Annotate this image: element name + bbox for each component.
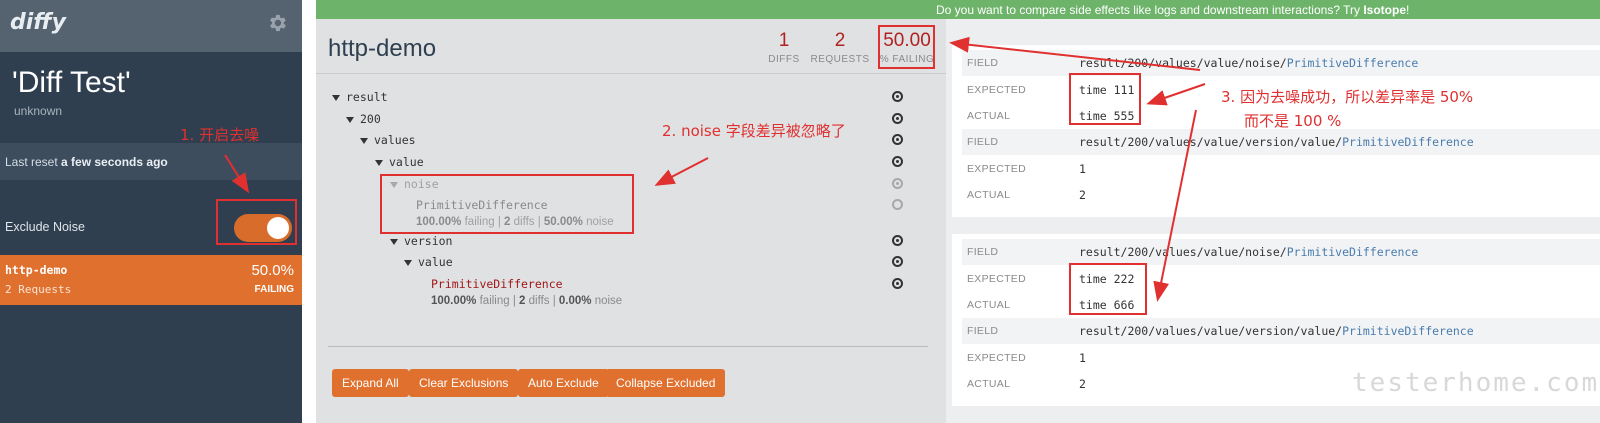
annotation-arrows [224, 36, 1206, 302]
arrow-2 [654, 157, 709, 186]
arrow-3b [1146, 83, 1206, 106]
app-root: diffy 'Diff Test' unknown Last reset a f… [0, 0, 1600, 423]
arrow-3c [1153, 109, 1197, 302]
watermark: testerhome.com [1352, 368, 1600, 398]
arrow-3a [949, 36, 1201, 71]
arrow-1 [224, 154, 250, 194]
